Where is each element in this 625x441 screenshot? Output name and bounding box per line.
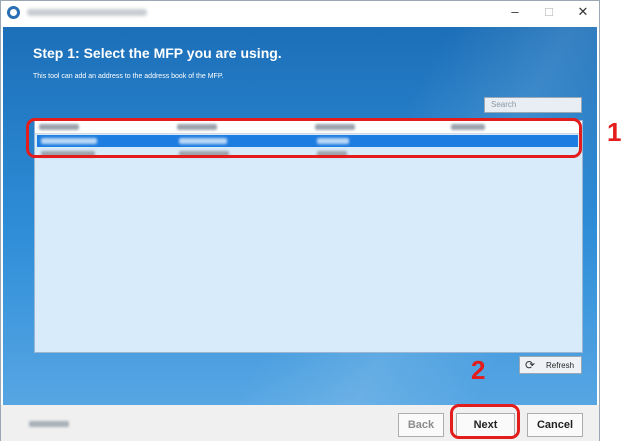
version-text-blurred bbox=[29, 421, 69, 427]
back-button[interactable]: Back bbox=[398, 413, 444, 437]
callout-highlight-list bbox=[26, 118, 582, 158]
window-title-blurred bbox=[27, 9, 147, 16]
minimize-button[interactable]: – bbox=[498, 1, 532, 25]
step-description: This tool can add an address to the addr… bbox=[33, 73, 224, 80]
refresh-label: Refresh bbox=[546, 361, 575, 370]
step-title: Step 1: Select the MFP you are using. bbox=[33, 45, 282, 61]
cancel-button[interactable]: Cancel bbox=[527, 413, 583, 437]
refresh-button[interactable]: ⟳ Refresh bbox=[519, 356, 582, 374]
callout-number-1: 1 bbox=[607, 117, 622, 147]
setup-tool-window: – □ ✕ Step 1: Select the MFP you are usi… bbox=[0, 0, 600, 441]
title-bar: – □ ✕ bbox=[1, 1, 599, 25]
callout-number-2: 2 bbox=[471, 355, 486, 385]
search-input[interactable]: Search bbox=[484, 97, 582, 113]
wizard-content: Step 1: Select the MFP you are using. Th… bbox=[3, 27, 597, 405]
maximize-button[interactable]: □ bbox=[532, 1, 566, 25]
refresh-icon: ⟳ bbox=[525, 358, 536, 372]
close-button[interactable]: ✕ bbox=[566, 1, 600, 25]
app-logo-icon bbox=[7, 6, 20, 19]
callout-highlight-next bbox=[450, 404, 520, 439]
